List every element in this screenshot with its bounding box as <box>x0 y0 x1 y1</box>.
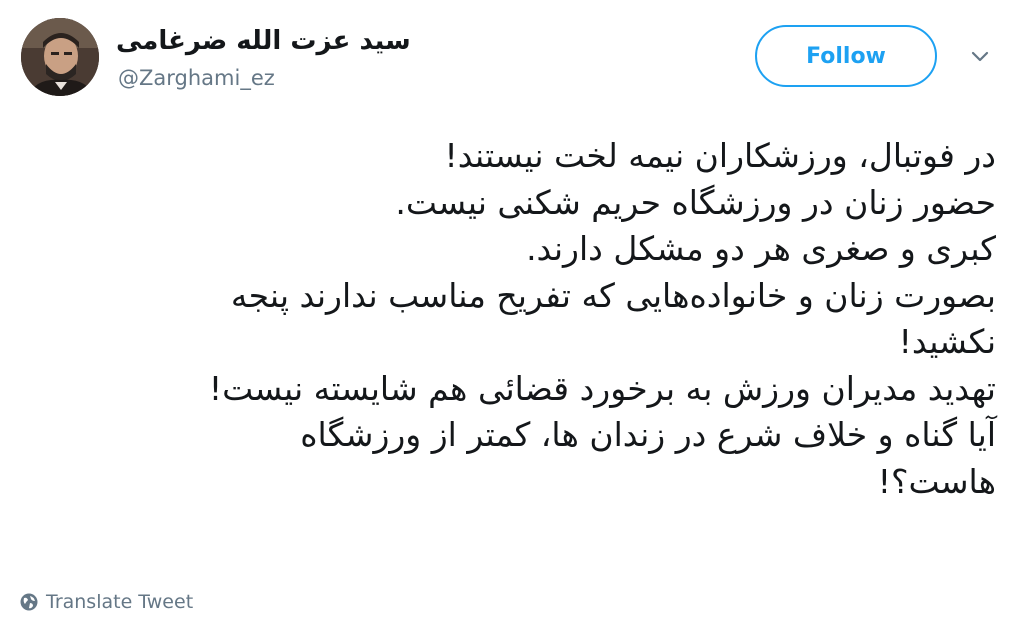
user-handle[interactable]: @Zarghami_ez <box>118 64 275 92</box>
follow-button[interactable]: Follow <box>755 25 937 87</box>
profile-photo <box>21 18 99 96</box>
tweet-line: تهدید مدیران ورزش به برخورد قضائی هم شای… <box>208 368 996 408</box>
tweet-line: بصورت زنان و خانواده‌هایی که تفریح مناسب… <box>230 275 996 315</box>
tweet-line: در فوتبال، ورزشکاران نیمه لخت نیستند! <box>444 136 996 175</box>
tweet-line: آیا گناه و خلاف شرع در زندان ها، کمتر از… <box>300 415 996 454</box>
avatar[interactable] <box>21 18 99 96</box>
tweet-line: حضور زنان در ورزشگاه حریم شکنی نیست. <box>395 182 996 222</box>
tweet-text: در فوتبال، ورزشکاران نیمه لخت نیستند! حض… <box>36 133 996 505</box>
translate-tweet-link[interactable]: Translate Tweet <box>19 591 193 613</box>
tweet-line: نکشید! <box>898 322 996 361</box>
tweet-line: کبری و صغری هر دو مشکل دارند. <box>526 229 996 268</box>
globe-icon <box>20 593 38 611</box>
chevron-down-icon[interactable] <box>968 45 992 69</box>
translate-tweet-label: Translate Tweet <box>46 591 194 613</box>
display-name[interactable]: سید عزت الله ضرغامی <box>116 23 411 59</box>
tweet-line: هاست؟! <box>877 461 996 501</box>
